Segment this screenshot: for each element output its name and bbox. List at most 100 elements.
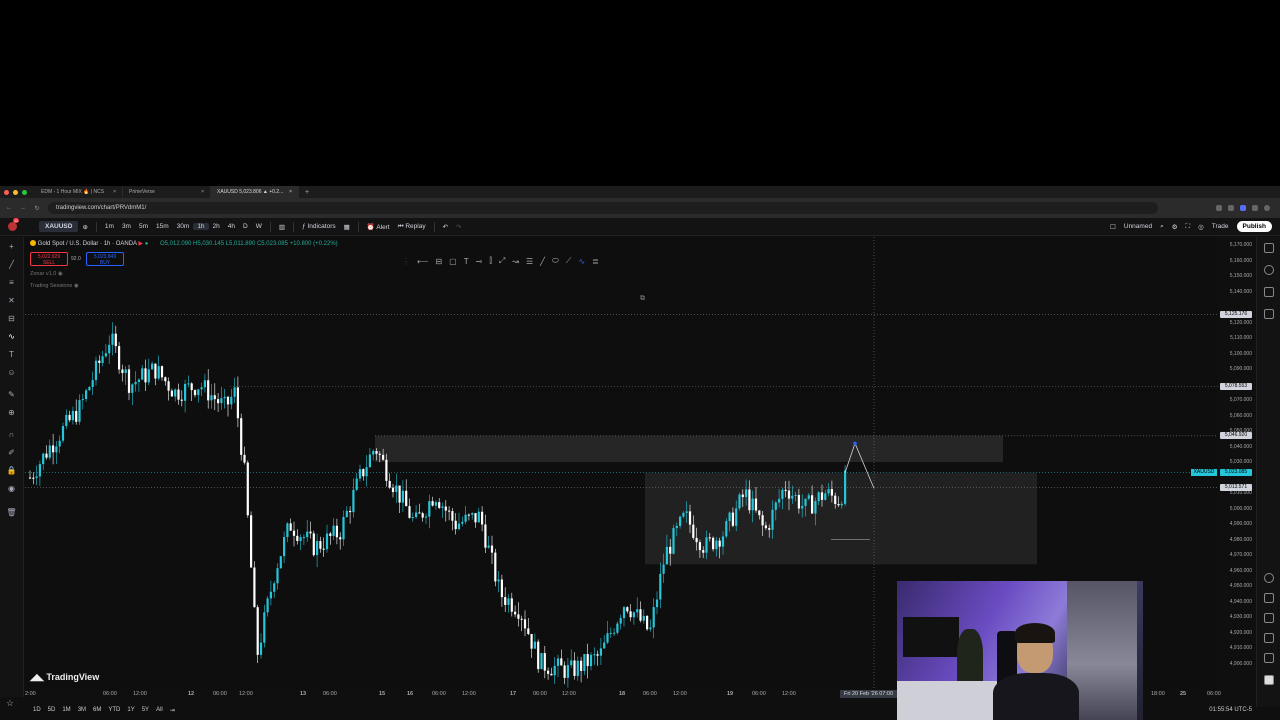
magnet-icon[interactable]: ∩ bbox=[6, 429, 17, 440]
apps-icon[interactable] bbox=[1264, 675, 1274, 685]
browser-tab[interactable]: EDM - 1 Hour MIX 🔥 | NCS × bbox=[35, 186, 123, 198]
undo-icon[interactable]: ↶ bbox=[439, 223, 452, 231]
line-icon[interactable]: ╱ bbox=[540, 257, 545, 266]
range-5y[interactable]: 5Y bbox=[142, 707, 149, 713]
emoji-icon[interactable]: ☺ bbox=[6, 367, 17, 378]
range-ytd[interactable]: YTD bbox=[108, 707, 120, 713]
indicator-legend-zonar[interactable]: Zonar v1.0 ◉ bbox=[30, 271, 63, 277]
crosshair-icon[interactable]: + bbox=[6, 241, 17, 252]
notifications-icon[interactable] bbox=[1264, 633, 1274, 643]
channel-icon[interactable]: ⊟ bbox=[435, 257, 442, 266]
vertical-line-icon[interactable]: ⫿ bbox=[489, 256, 492, 266]
range-1y[interactable]: 1Y bbox=[127, 707, 134, 713]
brush-icon[interactable]: ∿ bbox=[6, 331, 17, 342]
range-all[interactable]: All bbox=[156, 707, 163, 713]
close-tab-icon[interactable]: × bbox=[113, 189, 116, 195]
back-icon[interactable]: ← bbox=[4, 205, 14, 211]
lock-drawing-icon[interactable]: ✐ bbox=[6, 447, 17, 458]
interval-w[interactable]: W bbox=[252, 223, 266, 230]
indicators-button[interactable]: ƒ Indicators bbox=[298, 223, 340, 230]
group-icon[interactable]: ⧉ bbox=[640, 295, 650, 305]
range-5d[interactable]: 5D bbox=[48, 707, 56, 713]
watchlist-icon[interactable] bbox=[1264, 243, 1274, 253]
brush-active-icon[interactable]: ∿ bbox=[578, 257, 585, 266]
layout-checkbox-icon[interactable]: ☐ bbox=[1110, 223, 1116, 231]
profile-icon[interactable] bbox=[1264, 205, 1270, 211]
interval-1h[interactable]: 1h bbox=[193, 223, 209, 230]
publish-button[interactable]: Publish bbox=[1236, 221, 1272, 232]
horizontal-line-icon[interactable]: ⊸ bbox=[476, 257, 483, 266]
compare-icon[interactable]: ⊕ bbox=[78, 223, 91, 231]
more-tools-icon[interactable]: ≣ bbox=[592, 257, 599, 266]
buy-button[interactable]: 5,023.849 BUY bbox=[86, 252, 124, 266]
snapshot-icon[interactable]: ◎ bbox=[1198, 223, 1204, 231]
price-axis[interactable]: 5,170.000 5,160.000 5,150.000 5,140.000 5,12… bbox=[1218, 237, 1256, 690]
fullscreen-icon[interactable]: ⛶ bbox=[1186, 223, 1191, 231]
interval-5m[interactable]: 5m bbox=[135, 223, 152, 230]
trash-icon[interactable]: 🗑 bbox=[6, 507, 17, 518]
settings-icon[interactable]: ⚙ bbox=[1172, 223, 1178, 231]
close-window-icon[interactable] bbox=[4, 189, 9, 195]
ellipse-icon[interactable]: ⬭ bbox=[552, 256, 559, 266]
maximize-window-icon[interactable] bbox=[22, 189, 27, 195]
minimize-window-icon[interactable] bbox=[13, 189, 18, 195]
extension-icon[interactable] bbox=[1216, 205, 1222, 211]
trendline-icon[interactable]: ╱ bbox=[6, 259, 17, 270]
target-icon[interactable] bbox=[1264, 573, 1274, 583]
alert-button[interactable]: ⏰ Alert bbox=[363, 223, 394, 231]
drag-handle-icon[interactable]: ⋮ bbox=[402, 257, 410, 266]
interval-2h[interactable]: 2h bbox=[209, 223, 224, 230]
extension-icon[interactable] bbox=[1252, 205, 1258, 211]
user-avatar[interactable]: 11 bbox=[8, 218, 20, 231]
eye-icon[interactable]: ◉ bbox=[74, 283, 79, 289]
eye-icon[interactable]: ◉ bbox=[6, 483, 17, 494]
range-6m[interactable]: 6M bbox=[93, 707, 101, 713]
url-input[interactable]: tradingview.com/chart/PRVdmM1/ bbox=[48, 202, 1158, 214]
redo-icon[interactable]: ↷ bbox=[452, 223, 465, 231]
alerts-icon[interactable] bbox=[1264, 265, 1274, 275]
chat-icon[interactable] bbox=[1264, 309, 1274, 319]
close-tab-icon[interactable]: × bbox=[289, 189, 292, 195]
path-icon[interactable]: ⟋ bbox=[566, 256, 572, 266]
indicator-legend-sessions[interactable]: Trading Sessions ◉ bbox=[30, 283, 79, 289]
favorite-star-icon[interactable]: ☆ bbox=[6, 698, 14, 709]
range-1d[interactable]: 1D bbox=[33, 707, 41, 713]
replay-button[interactable]: ⏮ Replay bbox=[394, 223, 430, 231]
extension-icon[interactable] bbox=[1240, 205, 1246, 211]
zoom-icon[interactable]: ⊕ bbox=[6, 407, 17, 418]
reload-icon[interactable]: ↻ bbox=[32, 205, 42, 212]
trade-button[interactable]: Trade bbox=[1212, 223, 1229, 230]
interval-3m[interactable]: 3m bbox=[118, 223, 135, 230]
legend-title[interactable]: Gold Spot / U.S. Dollar · 1h · OANDA bbox=[38, 241, 137, 247]
calendar-icon[interactable] bbox=[1264, 613, 1274, 623]
sell-button[interactable]: 5,022.929 SELL bbox=[30, 252, 68, 266]
close-tab-icon[interactable]: × bbox=[201, 189, 204, 195]
interval-30m[interactable]: 30m bbox=[173, 223, 194, 230]
fib-icon[interactable]: ≡ bbox=[6, 277, 17, 288]
symbol-search[interactable]: XAUUSD bbox=[39, 221, 79, 232]
pattern-icon[interactable]: ✕ bbox=[6, 295, 17, 306]
layers-icon[interactable] bbox=[1264, 287, 1274, 297]
rectangle-icon[interactable]: ▢ bbox=[449, 257, 457, 266]
tradingview-logo[interactable]: ◢◣ TradingView bbox=[30, 672, 99, 683]
ideas-icon[interactable] bbox=[1264, 593, 1274, 603]
browser-tab-active[interactable]: XAUUSD 5,023.806 ▲ +0.2... × bbox=[211, 186, 299, 198]
goto-date-icon[interactable]: ⇥ bbox=[170, 707, 175, 714]
extension-icon[interactable] bbox=[1228, 205, 1234, 211]
projection-icon[interactable]: ⊟ bbox=[6, 313, 17, 324]
text-icon[interactable]: T bbox=[6, 349, 17, 360]
forward-icon[interactable]: → bbox=[18, 205, 28, 211]
flag-icon[interactable]: ▶ bbox=[138, 241, 143, 247]
interval-15m[interactable]: 15m bbox=[152, 223, 173, 230]
range-1m[interactable]: 1M bbox=[62, 707, 70, 713]
horizontal-ray-icon[interactable]: ⟵ bbox=[417, 257, 428, 266]
layout-name[interactable]: Unnamed bbox=[1124, 223, 1152, 230]
clock[interactable]: 01:55:54 UTC-5 bbox=[1209, 707, 1256, 713]
ruler-icon[interactable]: ✎ bbox=[6, 389, 17, 400]
search-icon[interactable]: ⌕ bbox=[1160, 223, 1164, 231]
interval-4h[interactable]: 4h bbox=[224, 223, 239, 230]
chart-type-icon[interactable]: ▥ bbox=[275, 223, 289, 231]
new-tab-icon[interactable]: + bbox=[299, 189, 315, 196]
range-3m[interactable]: 3M bbox=[78, 707, 86, 713]
templates-icon[interactable]: ▦ bbox=[340, 223, 354, 231]
